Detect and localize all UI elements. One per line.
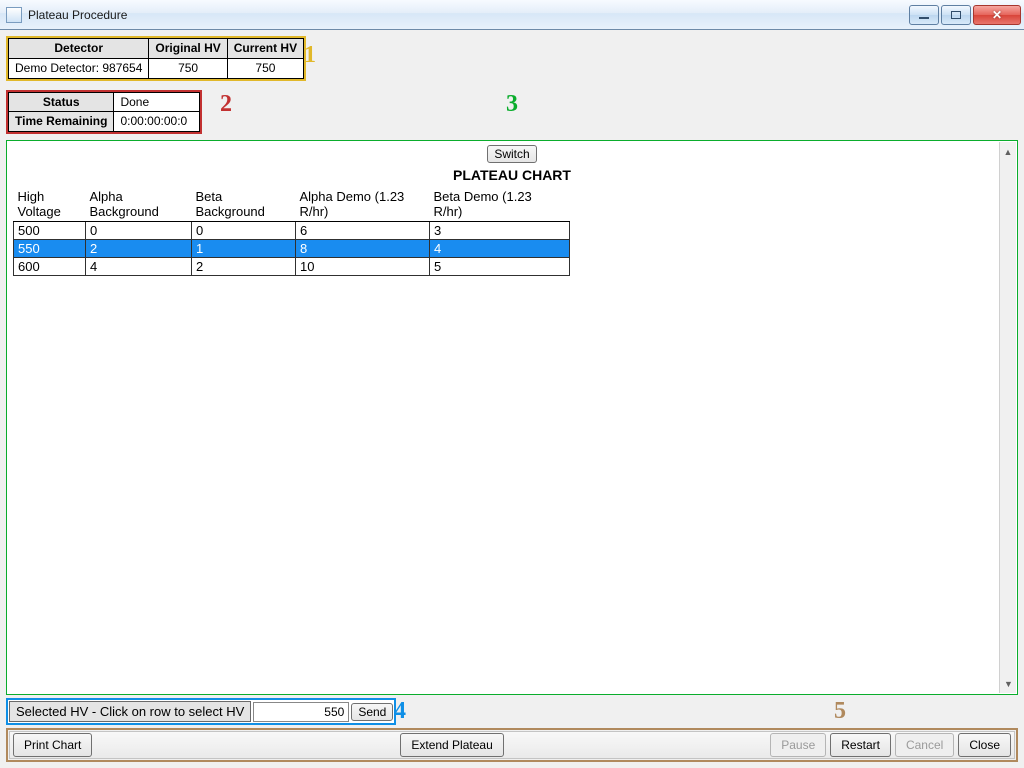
detector-header: Detector <box>9 39 149 59</box>
cell-ad[interactable]: 10 <box>296 258 430 276</box>
extend-plateau-button[interactable]: Extend Plateau <box>400 733 503 757</box>
cell-ab[interactable]: 4 <box>86 258 192 276</box>
cell-bb[interactable]: 0 <box>192 222 296 240</box>
selected-hv-label: Selected HV - Click on row to select HV <box>9 701 251 722</box>
selected-hv-panel: Selected HV - Click on row to select HV … <box>6 698 396 725</box>
window-title: Plateau Procedure <box>28 8 127 22</box>
table-row[interactable]: 500 0 0 6 3 <box>14 222 570 240</box>
time-remaining-value: 0:00:00:00:0 <box>114 112 200 132</box>
cell-ad[interactable]: 6 <box>296 222 430 240</box>
detector-info-box: Detector Original HV Current HV Demo Det… <box>6 36 306 81</box>
plateau-data-table[interactable]: High Voltage Alpha Background Beta Backg… <box>13 187 570 276</box>
switch-button[interactable]: Switch <box>487 145 536 163</box>
chart-title: PLATEAU CHART <box>13 167 1011 183</box>
close-window-button[interactable]: ✕ <box>973 5 1021 25</box>
cell-ad[interactable]: 8 <box>296 240 430 258</box>
detector-cell: Demo Detector: 987654 <box>9 58 149 78</box>
cell-ab[interactable]: 2 <box>86 240 192 258</box>
cell-bb[interactable]: 1 <box>192 240 296 258</box>
title-bar: Plateau Procedure ✕ <box>0 0 1024 30</box>
status-box: Status Done Time Remaining 0:00:00:00:0 <box>6 90 202 135</box>
status-header: Status <box>9 92 114 112</box>
cell-bd[interactable]: 3 <box>430 222 570 240</box>
cancel-button[interactable]: Cancel <box>895 733 954 757</box>
col-high-voltage[interactable]: High Voltage <box>14 187 86 222</box>
col-alpha-background[interactable]: Alpha Background <box>86 187 192 222</box>
table-row[interactable]: 550 2 1 8 4 <box>14 240 570 258</box>
maximize-button[interactable] <box>941 5 971 25</box>
minimize-button[interactable] <box>909 5 939 25</box>
print-chart-button[interactable]: Print Chart <box>13 733 92 757</box>
scroll-up-icon[interactable]: ▲ <box>1001 143 1016 160</box>
close-button[interactable]: Close <box>958 733 1011 757</box>
scroll-down-icon[interactable]: ▼ <box>1001 675 1016 692</box>
col-alpha-demo[interactable]: Alpha Demo (1.23 R/hr) <box>296 187 430 222</box>
selected-hv-input[interactable] <box>253 702 349 722</box>
table-row[interactable]: 600 4 2 10 5 <box>14 258 570 276</box>
cell-bb[interactable]: 2 <box>192 258 296 276</box>
time-remaining-header: Time Remaining <box>9 112 114 132</box>
cell-bd[interactable]: 4 <box>430 240 570 258</box>
send-button[interactable]: Send <box>351 703 393 721</box>
cell-ab[interactable]: 0 <box>86 222 192 240</box>
callout-3: 3 <box>506 91 518 118</box>
original-hv-header: Original HV <box>149 39 227 59</box>
callout-5: 5 <box>834 698 846 725</box>
callout-2: 2 <box>220 91 232 118</box>
col-beta-demo[interactable]: Beta Demo (1.23 R/hr) <box>430 187 570 222</box>
app-icon <box>6 7 22 23</box>
vertical-scrollbar[interactable]: ▲ ▼ <box>999 142 1016 693</box>
pause-button[interactable]: Pause <box>770 733 826 757</box>
plateau-chart-panel: Switch PLATEAU CHART High Voltage Alpha … <box>6 140 1018 695</box>
button-bar-outline: Print Chart Extend Plateau Pause Restart… <box>6 728 1018 762</box>
cell-hv[interactable]: 550 <box>14 240 86 258</box>
col-beta-background[interactable]: Beta Background <box>192 187 296 222</box>
status-value: Done <box>114 92 200 112</box>
window-controls: ✕ <box>908 5 1022 25</box>
current-hv-cell: 750 <box>227 58 303 78</box>
cell-bd[interactable]: 5 <box>430 258 570 276</box>
cell-hv[interactable]: 600 <box>14 258 86 276</box>
restart-button[interactable]: Restart <box>830 733 891 757</box>
current-hv-header: Current HV <box>227 39 303 59</box>
original-hv-cell: 750 <box>149 58 227 78</box>
cell-hv[interactable]: 500 <box>14 222 86 240</box>
button-bar: Print Chart Extend Plateau Pause Restart… <box>9 731 1015 759</box>
